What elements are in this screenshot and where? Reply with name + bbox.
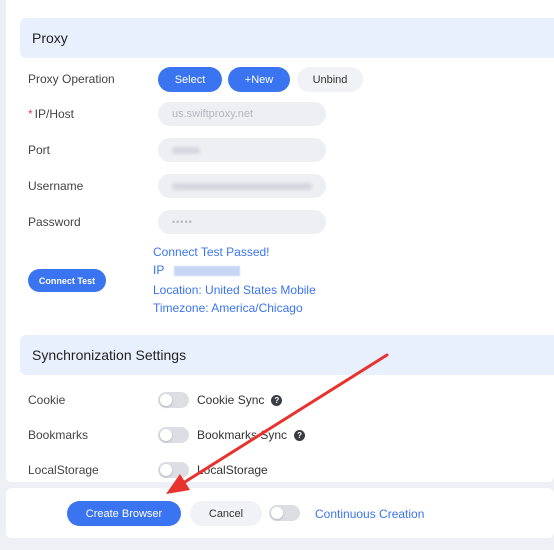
- proxy-select-button[interactable]: Select: [158, 67, 222, 92]
- bookmarks-sync-text: Bookmarks Sync: [197, 428, 288, 442]
- help-icon[interactable]: ?: [271, 395, 283, 407]
- localstorage-label: LocalStorage: [28, 463, 99, 477]
- redacted-username: [172, 182, 312, 190]
- bookmarks-sync-toggle[interactable]: [158, 427, 189, 443]
- ip-host-label-text: IP/Host: [34, 107, 75, 121]
- connect-test-button[interactable]: Connect Test: [28, 269, 106, 292]
- toggle-knob: [271, 507, 283, 519]
- connect-ip-line: IP: [153, 262, 241, 278]
- continuous-creation-toggle[interactable]: [269, 505, 300, 521]
- password-label: Password: [28, 215, 81, 229]
- cookie-sync-toggle[interactable]: [158, 392, 189, 408]
- sync-section-header: Synchronization Settings: [20, 335, 554, 375]
- sync-section-title: Synchronization Settings: [32, 347, 187, 363]
- ip-label: IP: [153, 263, 165, 277]
- localstorage-sync-label: LocalStorage: [197, 463, 268, 477]
- connect-location-text: Location: United States Mobile: [153, 283, 316, 297]
- proxy-unbind-button[interactable]: Unbind: [297, 67, 363, 92]
- continuous-creation-label[interactable]: Continuous Creation: [315, 507, 424, 521]
- proxy-operation-label: Proxy Operation: [28, 72, 115, 86]
- bookmarks-label: Bookmarks: [28, 428, 89, 442]
- connect-timezone-text: Timezone: America/Chicago: [153, 301, 303, 315]
- help-icon[interactable]: ?: [294, 430, 306, 442]
- cancel-button[interactable]: Cancel: [190, 501, 262, 526]
- username-input[interactable]: [158, 174, 326, 198]
- redacted-port: [172, 146, 200, 154]
- proxy-section-header: Proxy: [20, 18, 554, 58]
- cookie-sync-text: Cookie Sync: [197, 393, 265, 407]
- port-input[interactable]: [158, 138, 326, 162]
- proxy-new-button[interactable]: +New: [228, 67, 290, 92]
- required-marker: *: [28, 107, 33, 121]
- cookie-label: Cookie: [28, 393, 66, 407]
- ip-host-input[interactable]: us.swiftproxy.net: [158, 102, 326, 126]
- proxy-section-title: Proxy: [32, 30, 68, 46]
- toggle-knob: [160, 464, 172, 476]
- localstorage-sync-toggle[interactable]: [158, 462, 189, 478]
- redacted-ip: [174, 265, 241, 276]
- connect-status-text: Connect Test Passed!: [153, 245, 270, 259]
- ip-host-label: * IP/Host: [28, 106, 74, 122]
- bookmarks-sync-label: Bookmarks Sync?: [197, 427, 306, 443]
- username-label: Username: [28, 179, 84, 193]
- cookie-sync-label: Cookie Sync?: [197, 392, 283, 408]
- password-input[interactable]: •••••: [158, 210, 326, 234]
- toggle-knob: [160, 394, 172, 406]
- toggle-knob: [160, 429, 172, 441]
- port-label: Port: [28, 143, 51, 157]
- create-browser-button[interactable]: Create Browser: [67, 501, 181, 526]
